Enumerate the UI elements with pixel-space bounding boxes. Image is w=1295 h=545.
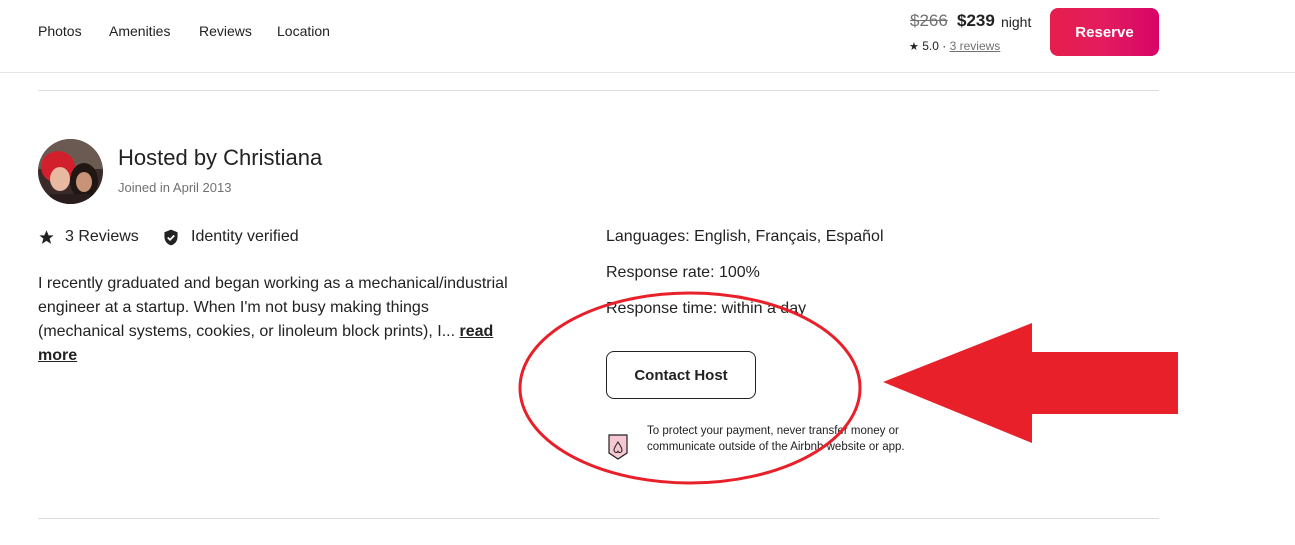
nav-link-amenities[interactable]: Amenities bbox=[109, 23, 170, 39]
host-title: Hosted by Christiana bbox=[118, 145, 323, 170]
section-divider-top bbox=[38, 90, 1159, 91]
host-bio-text: I recently graduated and began working a… bbox=[38, 275, 508, 340]
host-identity-verified: Identity verified bbox=[163, 228, 299, 246]
host-languages: Languages: English, Français, Español bbox=[606, 228, 884, 245]
host-response-time: Response time: within a day bbox=[606, 300, 807, 317]
original-price: $266 bbox=[910, 11, 948, 30]
annotation-arrow bbox=[883, 323, 1178, 443]
rating-value: 5.0 bbox=[922, 39, 939, 53]
star-icon bbox=[39, 229, 54, 244]
rating-separator: · bbox=[942, 39, 947, 53]
rating-summary: ★ 5.0 · 3 reviews bbox=[909, 39, 1000, 53]
nav-link-reviews[interactable]: Reviews bbox=[199, 23, 252, 39]
price-unit: night bbox=[1001, 14, 1032, 30]
host-review-count-label: 3 Reviews bbox=[65, 228, 139, 245]
host-bio: I recently graduated and began working a… bbox=[38, 272, 508, 368]
section-divider-bottom bbox=[38, 518, 1159, 519]
reserve-button[interactable]: Reserve bbox=[1050, 8, 1159, 56]
shield-check-icon bbox=[164, 229, 178, 245]
host-avatar[interactable] bbox=[38, 139, 103, 204]
host-review-count: 3 Reviews bbox=[38, 228, 139, 246]
payment-protection-notice: To protect your payment, never transfer … bbox=[647, 425, 905, 453]
contact-host-button[interactable]: Contact Host bbox=[606, 351, 756, 399]
host-response-rate: Response rate: 100% bbox=[606, 264, 760, 281]
current-price: $239 bbox=[957, 11, 995, 30]
nav-link-photos[interactable]: Photos bbox=[38, 23, 82, 39]
identity-verified-label: Identity verified bbox=[191, 228, 299, 245]
reviews-link[interactable]: 3 reviews bbox=[950, 39, 1001, 53]
nav-link-location[interactable]: Location bbox=[277, 23, 330, 39]
star-icon: ★ bbox=[909, 41, 919, 53]
airbnb-protect-icon bbox=[608, 434, 628, 465]
host-joined-date: Joined in April 2013 bbox=[118, 180, 232, 195]
sticky-header: Photos Amenities Reviews Location $266 $… bbox=[0, 0, 1295, 73]
